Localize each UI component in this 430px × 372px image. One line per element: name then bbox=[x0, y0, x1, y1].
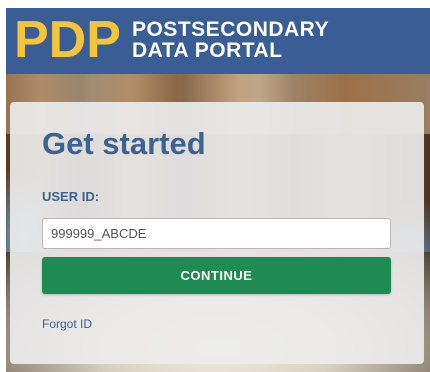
logo-wordmark[interactable]: POSTSECONDARY DATA PORTAL bbox=[132, 19, 329, 61]
logo-line-1: POSTSECONDARY bbox=[132, 18, 330, 41]
forgot-id-link[interactable]: Forgot ID bbox=[42, 317, 92, 331]
site-header: PDP POSTSECONDARY DATA PORTAL bbox=[6, 8, 430, 74]
pdp-logo[interactable]: PDP bbox=[14, 14, 121, 66]
logo-line-2: DATA PORTAL bbox=[132, 39, 283, 62]
user-id-input[interactable] bbox=[42, 218, 391, 249]
continue-button[interactable]: CONTINUE bbox=[42, 257, 391, 294]
user-id-label: USER ID: bbox=[42, 189, 100, 204]
page-title: Get started bbox=[42, 126, 206, 161]
login-card: Get started USER ID: CONTINUE Forgot ID bbox=[10, 102, 424, 364]
